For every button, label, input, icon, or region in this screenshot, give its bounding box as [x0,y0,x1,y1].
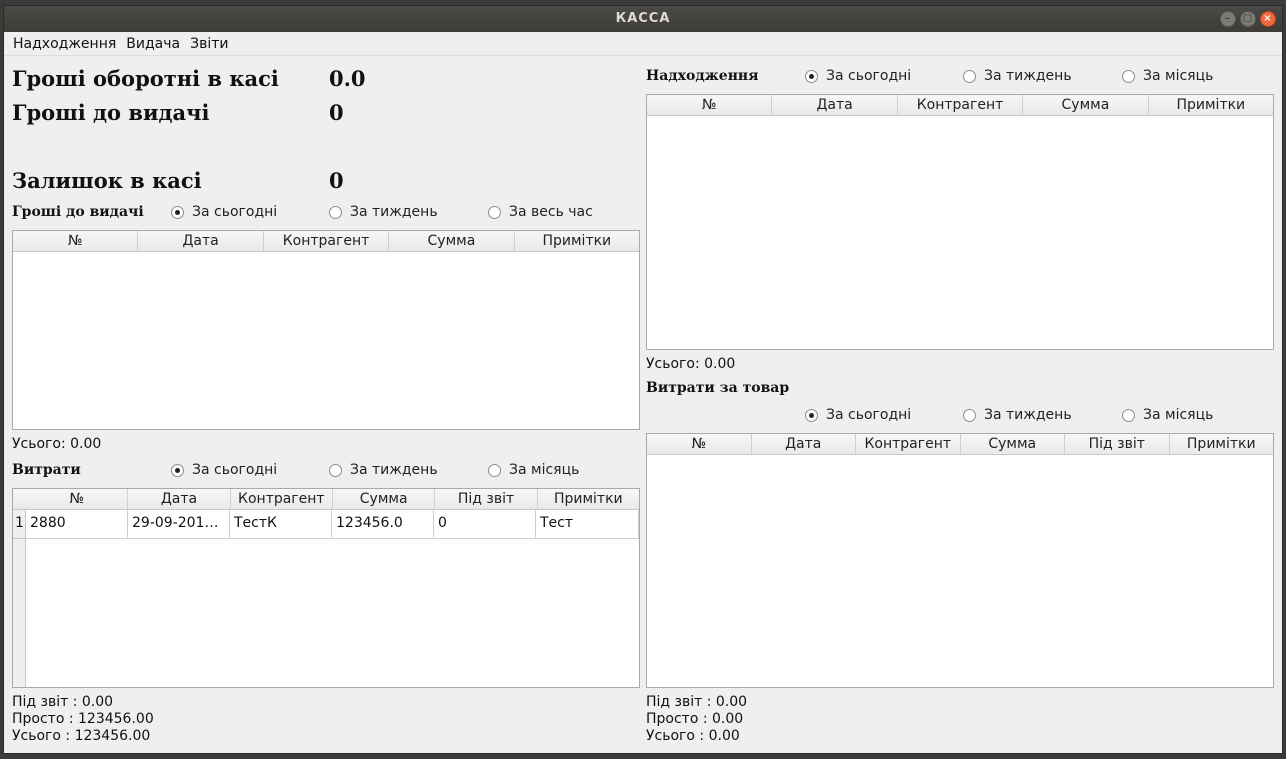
expenses-simple-total: Просто : 123456.00 [12,711,154,727]
payout-total: Усього: 0.00 [12,436,102,452]
goods-radio-week[interactable]: За тиждень [963,407,1072,423]
column-header[interactable]: Контрагент [856,434,961,454]
column-header[interactable]: Дата [128,489,231,509]
menu-income[interactable]: Надходження [8,32,121,55]
payout-table-header: № Дата Контрагент Сумма Примітки [13,231,639,252]
payout-radio-week[interactable]: За тиждень [329,204,438,220]
radio-unchecked-icon [1122,69,1135,83]
radio-checked-icon [171,463,184,477]
column-header[interactable]: Примітки [538,489,639,509]
column-header[interactable]: Сумма [1023,95,1149,115]
column-header[interactable]: Сумма [961,434,1065,454]
goods-report-total: Під звіт : 0.00 [646,694,748,710]
radio-unchecked-icon [963,408,976,422]
expenses-table[interactable]: № Дата Контрагент Сумма Під звіт Примітк… [12,488,640,688]
balance-label: Залишок в касі [12,168,202,193]
radio-checked-icon [171,205,184,219]
radio-unchecked-icon [488,463,501,477]
radio-unchecked-icon [329,205,342,219]
payout-section-title: Гроші до видачі [12,204,144,220]
menu-bar: Надходження Видача Звіти [4,32,1282,56]
expenses-total: Усього : 123456.00 [12,728,151,744]
column-header[interactable]: Примітки [515,231,639,251]
column-header[interactable]: Контрагент [264,231,390,251]
expenses-report-total: Під звіт : 0.00 [12,694,114,710]
payout-radio-today[interactable]: За сьогодні [171,204,277,220]
column-header[interactable]: Контрагент [231,489,333,509]
goods-total: Усього : 0.00 [646,728,740,744]
menu-payout[interactable]: Видача [121,32,185,55]
window-title: КАССА [615,11,671,26]
goods-simple-total: Просто : 0.00 [646,711,744,727]
table-cell[interactable]: 29-09-2019 … [128,510,230,539]
income-radio-today[interactable]: За сьогодні [805,68,911,84]
main-window: КАССА – ▢ × Надходження Видача Звіти Гро… [3,5,1283,754]
goods-table[interactable]: № Дата Контрагент Сумма Під звіт Примітк… [646,433,1274,688]
radio-unchecked-icon [488,205,501,219]
radio-unchecked-icon [1122,408,1135,422]
column-header[interactable]: Примітки [1149,95,1273,115]
menu-reports[interactable]: Звіти [185,32,233,55]
goods-table-header: № Дата Контрагент Сумма Під звіт Примітк… [647,434,1273,455]
goods-section-title: Витрати за товар [646,380,790,396]
goods-radio-today[interactable]: За сьогодні [805,407,911,423]
column-header[interactable]: № [647,434,752,454]
column-header[interactable]: Під звіт [435,489,538,509]
payout-value: 0 [329,100,344,125]
column-header[interactable]: Примітки [1170,434,1274,454]
column-header[interactable]: Під звіт [1065,434,1170,454]
radio-unchecked-icon [963,69,976,83]
balance-value: 0 [329,168,344,193]
column-header[interactable]: Дата [138,231,264,251]
expenses-section-title: Витрати [12,462,81,478]
income-radio-month[interactable]: За місяць [1122,68,1213,84]
expenses-radio-today[interactable]: За сьогодні [171,462,277,478]
income-radio-week[interactable]: За тиждень [963,68,1072,84]
table-cell[interactable]: 2880 [26,510,128,539]
column-header[interactable]: № [647,95,773,115]
minimize-icon[interactable]: – [1220,11,1236,27]
payout-label: Гроші до видачі [12,100,210,125]
column-header[interactable]: Дата [772,95,898,115]
expenses-radio-month[interactable]: За місяць [488,462,579,478]
column-header[interactable]: № [26,489,129,509]
income-table-header: № Дата Контрагент Сумма Примітки [647,95,1273,116]
close-icon[interactable]: × [1260,11,1276,27]
expenses-table-header: № Дата Контрагент Сумма Під звіт Примітк… [13,489,639,510]
payout-table[interactable]: № Дата Контрагент Сумма Примітки [12,230,640,430]
table-cell[interactable]: ТестК [230,510,332,539]
radio-unchecked-icon [329,463,342,477]
table-cell[interactable]: 123456.0 [332,510,434,539]
radio-checked-icon [805,408,818,422]
payout-radio-all[interactable]: За весь час [488,204,593,220]
income-total: Усього: 0.00 [646,356,736,372]
column-header[interactable]: Контрагент [898,95,1024,115]
table-cell[interactable]: Тест [536,510,639,539]
maximize-icon[interactable]: ▢ [1240,11,1256,27]
expenses-radio-week[interactable]: За тиждень [329,462,438,478]
title-bar: КАССА – ▢ × [4,6,1282,32]
column-header[interactable]: Дата [752,434,856,454]
radio-checked-icon [805,69,818,83]
turnover-value: 0.0 [329,66,366,91]
table-cell[interactable]: 0 [434,510,536,539]
table-row[interactable]: 1 2880 29-09-2019 … ТестК 123456.0 0 Тес… [13,510,639,539]
income-section-title: Надходження [646,68,759,84]
column-header[interactable]: Сумма [389,231,515,251]
row-number[interactable]: 1 [13,510,26,539]
goods-radio-month[interactable]: За місяць [1122,407,1213,423]
turnover-label: Гроші оборотні в касі [12,66,279,91]
income-table[interactable]: № Дата Контрагент Сумма Примітки [646,94,1274,350]
column-header[interactable]: Сумма [333,489,436,509]
column-header[interactable]: № [13,231,139,251]
